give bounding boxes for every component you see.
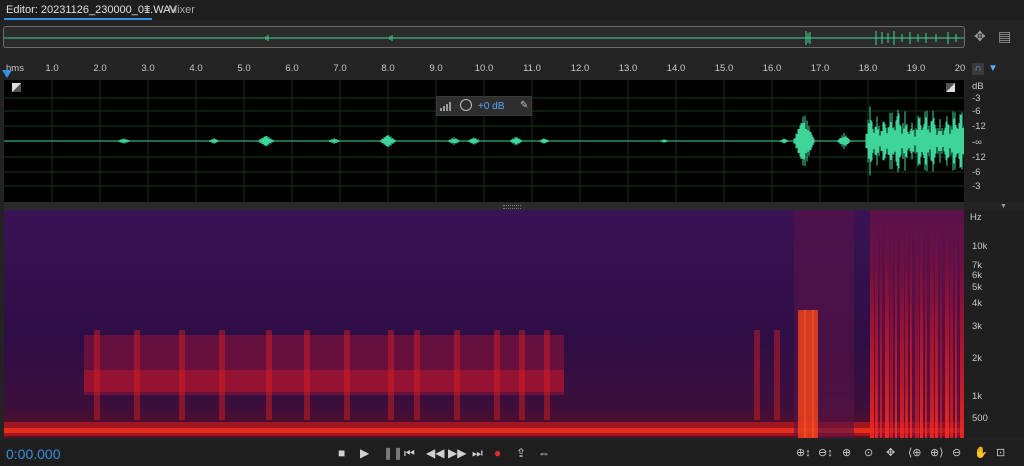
marker-icon[interactable]: ▼	[988, 63, 998, 75]
ruler-tick-label: 19.0	[906, 63, 926, 74]
db-label: -3	[972, 93, 981, 104]
editor-menu-icon[interactable]: ≡	[144, 3, 150, 15]
hz-label: 6k	[972, 270, 983, 281]
fade-in-handle[interactable]	[12, 83, 21, 92]
stop-button[interactable]: ■	[338, 446, 345, 460]
db-label: -6	[972, 167, 981, 178]
zoom-reset-icon[interactable]: ✥	[886, 446, 895, 459]
hz-label: 500	[972, 413, 988, 424]
ruler-tick-label: 16.0	[762, 63, 782, 74]
db-label: -12	[972, 121, 986, 132]
hz-unit-label: Hz	[970, 212, 982, 223]
zoom-in-amplitude-icon[interactable]: ⊕↕	[796, 446, 811, 459]
skip-selection-button[interactable]: ⇔	[538, 446, 550, 460]
fast-forward-button[interactable]: ▶▶	[448, 446, 466, 460]
ruler-tick-label: 13.0	[618, 63, 638, 74]
zoom-to-fit-icon[interactable]: ✥	[974, 28, 986, 45]
tab-editor[interactable]: Editor: 20231126_230000_01.WAV	[6, 4, 177, 16]
level-bars-icon	[440, 102, 451, 111]
ruler-tick-label: 14.0	[666, 63, 686, 74]
loop-playback-button[interactable]: ⇪	[516, 446, 526, 460]
ruler-tick-label: 17.0	[810, 63, 830, 74]
db-label: -6	[972, 106, 981, 117]
hz-label: 1k	[972, 391, 983, 402]
spectral-frequency-display[interactable]	[4, 210, 964, 438]
zoom-in-left-icon[interactable]: ⟨⊕	[908, 446, 922, 459]
snap-magnet-icon[interactable]: ∩	[972, 63, 984, 75]
hz-label: 4k	[972, 298, 983, 309]
overview-waveform	[4, 31, 964, 45]
ruler-tick-label: 8.0	[381, 63, 395, 74]
ruler-tick-label: 15.0	[714, 63, 734, 74]
zoom-to-selection-icon[interactable]: ⊙	[864, 446, 873, 459]
db-label: -∞	[972, 137, 982, 148]
hz-label: 2k	[972, 353, 983, 364]
active-tab-indicator	[4, 18, 152, 20]
move-to-next-button[interactable]: ⏭	[472, 446, 483, 461]
collapse-arrow-icon[interactable]: ▼	[1000, 203, 1007, 210]
zoom-in-time-icon[interactable]: ⊕	[842, 446, 851, 459]
move-to-previous-button[interactable]: ⏮	[404, 446, 415, 461]
volume-value[interactable]: +0 dB	[478, 101, 504, 112]
timecode-display[interactable]: 0:00.000	[6, 446, 61, 462]
divider-grip[interactable]	[503, 205, 521, 209]
zoom-out-amplitude-icon[interactable]: ⊖↕	[818, 446, 833, 459]
waveform-overview[interactable]	[3, 26, 965, 48]
hz-label: 10k	[972, 241, 988, 252]
zoom-out-all-icon[interactable]: ⊡	[996, 446, 1005, 459]
ruler-tick-label: 5.0	[237, 63, 251, 74]
zoom-in-right-icon[interactable]: ⊕⟩	[930, 446, 944, 459]
play-button[interactable]: ▶	[360, 446, 369, 460]
hand-tool-icon[interactable]: ✋	[974, 446, 988, 459]
pause-button[interactable]: ❚❚	[383, 446, 403, 460]
ruler-tick-label: 3.0	[141, 63, 155, 74]
rewind-button[interactable]: ◀◀	[426, 446, 444, 460]
ruler-tick-label: 2.0	[93, 63, 107, 74]
pin-icon[interactable]: ✎	[520, 100, 528, 111]
ruler-tick-label: 18.0	[858, 63, 878, 74]
db-label: -12	[972, 152, 986, 163]
hz-label: 3k	[972, 321, 983, 332]
ruler-tick-label: 12.0	[570, 63, 590, 74]
ruler-tick-label: 9.0	[429, 63, 443, 74]
ruler-tick-label: 7.0	[333, 63, 347, 74]
list-icon[interactable]: ▤	[998, 28, 1011, 45]
tab-mixer[interactable]: Mixer	[168, 4, 195, 16]
ruler-tick-label: 10.0	[474, 63, 494, 74]
spectrogram	[4, 210, 964, 438]
db-label: -3	[972, 181, 981, 192]
ruler-tick-label: 11.0	[523, 63, 541, 74]
db-unit-label: dB	[972, 81, 984, 92]
record-button[interactable]: ●	[494, 446, 501, 460]
zoom-out-full-icon[interactable]: ⊖	[952, 446, 961, 459]
ruler-tick-label: 1.0	[45, 63, 59, 74]
panel-divider[interactable]	[4, 202, 964, 210]
ruler-tick-label: 20	[954, 63, 966, 74]
volume-knob[interactable]	[460, 99, 472, 111]
hz-label: 5k	[972, 282, 983, 293]
ruler-tick-label: 4.0	[189, 63, 203, 74]
fade-out-handle[interactable]	[946, 83, 955, 92]
ruler-tick-label: 6.0	[285, 63, 299, 74]
playhead-marker[interactable]	[2, 70, 12, 78]
